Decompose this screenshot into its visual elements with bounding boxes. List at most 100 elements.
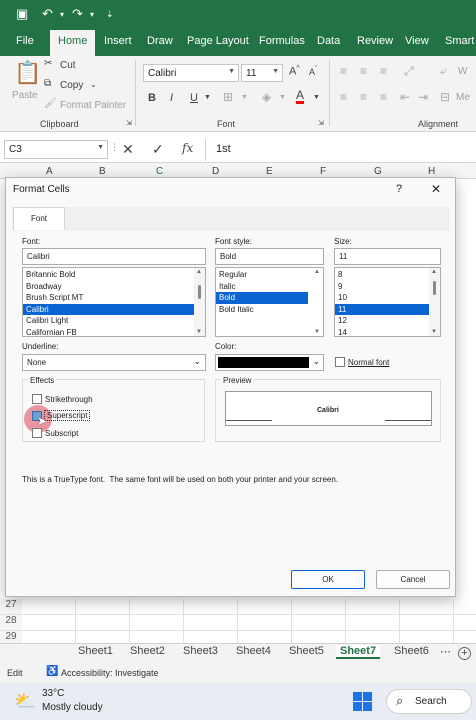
row-header[interactable]: 27 [0,599,22,615]
font-list[interactable]: Britannic Bold Broadway Brush Script MT … [22,267,206,337]
redo-dropdown-icon[interactable]: ▾ [90,10,94,19]
align-top-icon[interactable]: ≡ [340,64,347,78]
options-dots-icon[interactable]: ⋮ [110,142,119,153]
list-item[interactable]: 11 [335,303,429,315]
color-select[interactable]: ⌄ [215,354,324,371]
underline-button[interactable]: U [190,92,198,104]
cut-button[interactable]: Cut [60,60,76,71]
column-header[interactable]: G [374,166,382,177]
font-style-field[interactable]: Bold [215,248,324,265]
list-item[interactable]: Bold Italic [216,304,323,316]
confirm-entry-icon[interactable]: ✓ [152,141,164,158]
tab-view[interactable]: View [405,35,429,47]
align-left-icon[interactable]: ≡ [340,90,347,104]
tab-page-layout[interactable]: Page Layout [187,35,249,47]
sheet-tab[interactable]: Sheet5 [289,645,324,657]
taskbar-search[interactable]: ⌕ Search [386,689,472,714]
tab-review[interactable]: Review [357,35,393,47]
font-launcher-icon[interactable]: ⇲ [318,119,324,127]
list-item[interactable]: Calibri [23,303,194,315]
paste-icon[interactable]: 📋 [14,60,41,86]
merge-label[interactable]: Me [456,92,470,103]
formula-input[interactable]: 1st [216,143,231,155]
merge-icon[interactable]: ⊟ [440,90,450,104]
list-item[interactable]: Calibri Light [23,315,205,327]
column-header[interactable]: C [156,166,163,177]
decrease-font-icon[interactable]: Aˇ [309,66,317,77]
close-icon[interactable]: ✕ [431,182,441,196]
align-center-icon[interactable]: ≡ [360,90,367,104]
sheet-tab[interactable]: Sheet1 [78,645,113,657]
align-middle-icon[interactable]: ≡ [360,64,367,78]
tab-draw[interactable]: Draw [147,35,173,47]
tab-font[interactable]: Font [13,207,65,230]
fill-color-icon[interactable]: ◈ [262,90,271,104]
font-style-list[interactable]: Regular Italic Bold Bold Italic ▲ ▼ [215,267,324,337]
size-list[interactable]: 8 9 10 11 12 14 ▲ ▼ [334,267,441,337]
list-item[interactable]: Brush Script MT [23,292,205,304]
clipboard-launcher-icon[interactable]: ⇲ [126,119,132,127]
list-item[interactable]: Italic [216,281,323,293]
size-field[interactable]: 11 [334,248,441,265]
sheet-tab[interactable]: Sheet4 [236,645,271,657]
borders-icon[interactable]: ⊞ [223,90,233,104]
format-painter-button[interactable]: Format Painter [60,100,126,111]
cancel-button[interactable]: Cancel [376,570,450,589]
size-list-scrollbar[interactable]: ▲ ▼ [429,268,440,336]
add-sheet-icon[interactable]: + [458,647,471,660]
underline-dropdown-icon[interactable]: ▼ [204,94,211,101]
customize-qat-icon[interactable]: ⇣ [106,9,114,20]
list-item[interactable]: Californian FB [23,327,205,337]
tab-smart[interactable]: Smart W [445,35,476,47]
increase-indent-icon[interactable]: ⇥ [418,90,428,104]
sheet-tab[interactable]: Sheet2 [130,645,165,657]
sheet-tab[interactable]: Sheet6 [394,645,429,657]
column-header[interactable]: E [266,166,273,177]
wrap-text-icon[interactable]: ⤶ [440,64,447,79]
tab-home[interactable]: Home [50,30,96,56]
sheet-tab[interactable]: Sheet3 [183,645,218,657]
paste-button[interactable]: Paste [12,90,38,101]
undo-dropdown-icon[interactable]: ▾ [60,10,64,19]
orientation-icon[interactable]: ⤢ [404,64,414,79]
tab-data[interactable]: Data [317,35,340,47]
align-bottom-icon[interactable]: ≡ [380,64,387,78]
font-color-button[interactable]: A [296,89,305,104]
decrease-indent-icon[interactable]: ⇤ [400,90,410,104]
normal-font-checkbox[interactable] [335,357,345,367]
list-item[interactable]: Regular [216,269,323,281]
list-item[interactable]: 10 [335,292,440,304]
list-item[interactable]: 12 [335,315,440,327]
font-color-dropdown-icon[interactable]: ▼ [313,94,320,101]
italic-button[interactable]: I [170,92,173,104]
column-header[interactable]: F [320,166,326,177]
tab-insert[interactable]: Insert [104,35,132,47]
column-header[interactable]: B [99,166,106,177]
list-item[interactable]: Bold [216,292,308,304]
copy-button[interactable]: Copy [60,80,83,91]
font-size-combo[interactable]: 11 ▼ [241,64,283,82]
font-style-scrollbar[interactable]: ▲ ▼ [312,268,323,336]
name-box[interactable]: C3 ▼ [4,140,108,159]
list-item[interactable]: 8 [335,269,440,281]
tab-formulas[interactable]: Formulas [259,35,305,47]
help-button[interactable]: ? [396,183,402,195]
strikethrough-checkbox[interactable] [32,394,42,404]
weather-temp[interactable]: 33°C [42,688,64,699]
row-header[interactable]: 28 [0,615,22,631]
column-header[interactable]: H [428,166,435,177]
font-field[interactable]: Calibri [22,248,206,265]
sheet-tab-active[interactable]: Sheet7 [336,645,381,659]
bold-button[interactable]: B [148,92,156,104]
column-header[interactable]: A [46,166,53,177]
align-right-icon[interactable]: ≡ [380,90,387,104]
underline-select[interactable]: None ⌄ [22,354,206,371]
weather-icon[interactable]: ⛅ [14,691,36,712]
borders-dropdown-icon[interactable]: ▼ [241,94,248,101]
ok-button[interactable]: OK [291,570,365,589]
list-item[interactable]: Broadway [23,281,205,293]
copy-dropdown-icon[interactable]: ⌄ [90,80,97,89]
cancel-entry-icon[interactable]: ✕ [122,141,134,158]
list-item[interactable]: 9 [335,281,440,293]
insert-function-icon[interactable]: fx [182,141,193,155]
